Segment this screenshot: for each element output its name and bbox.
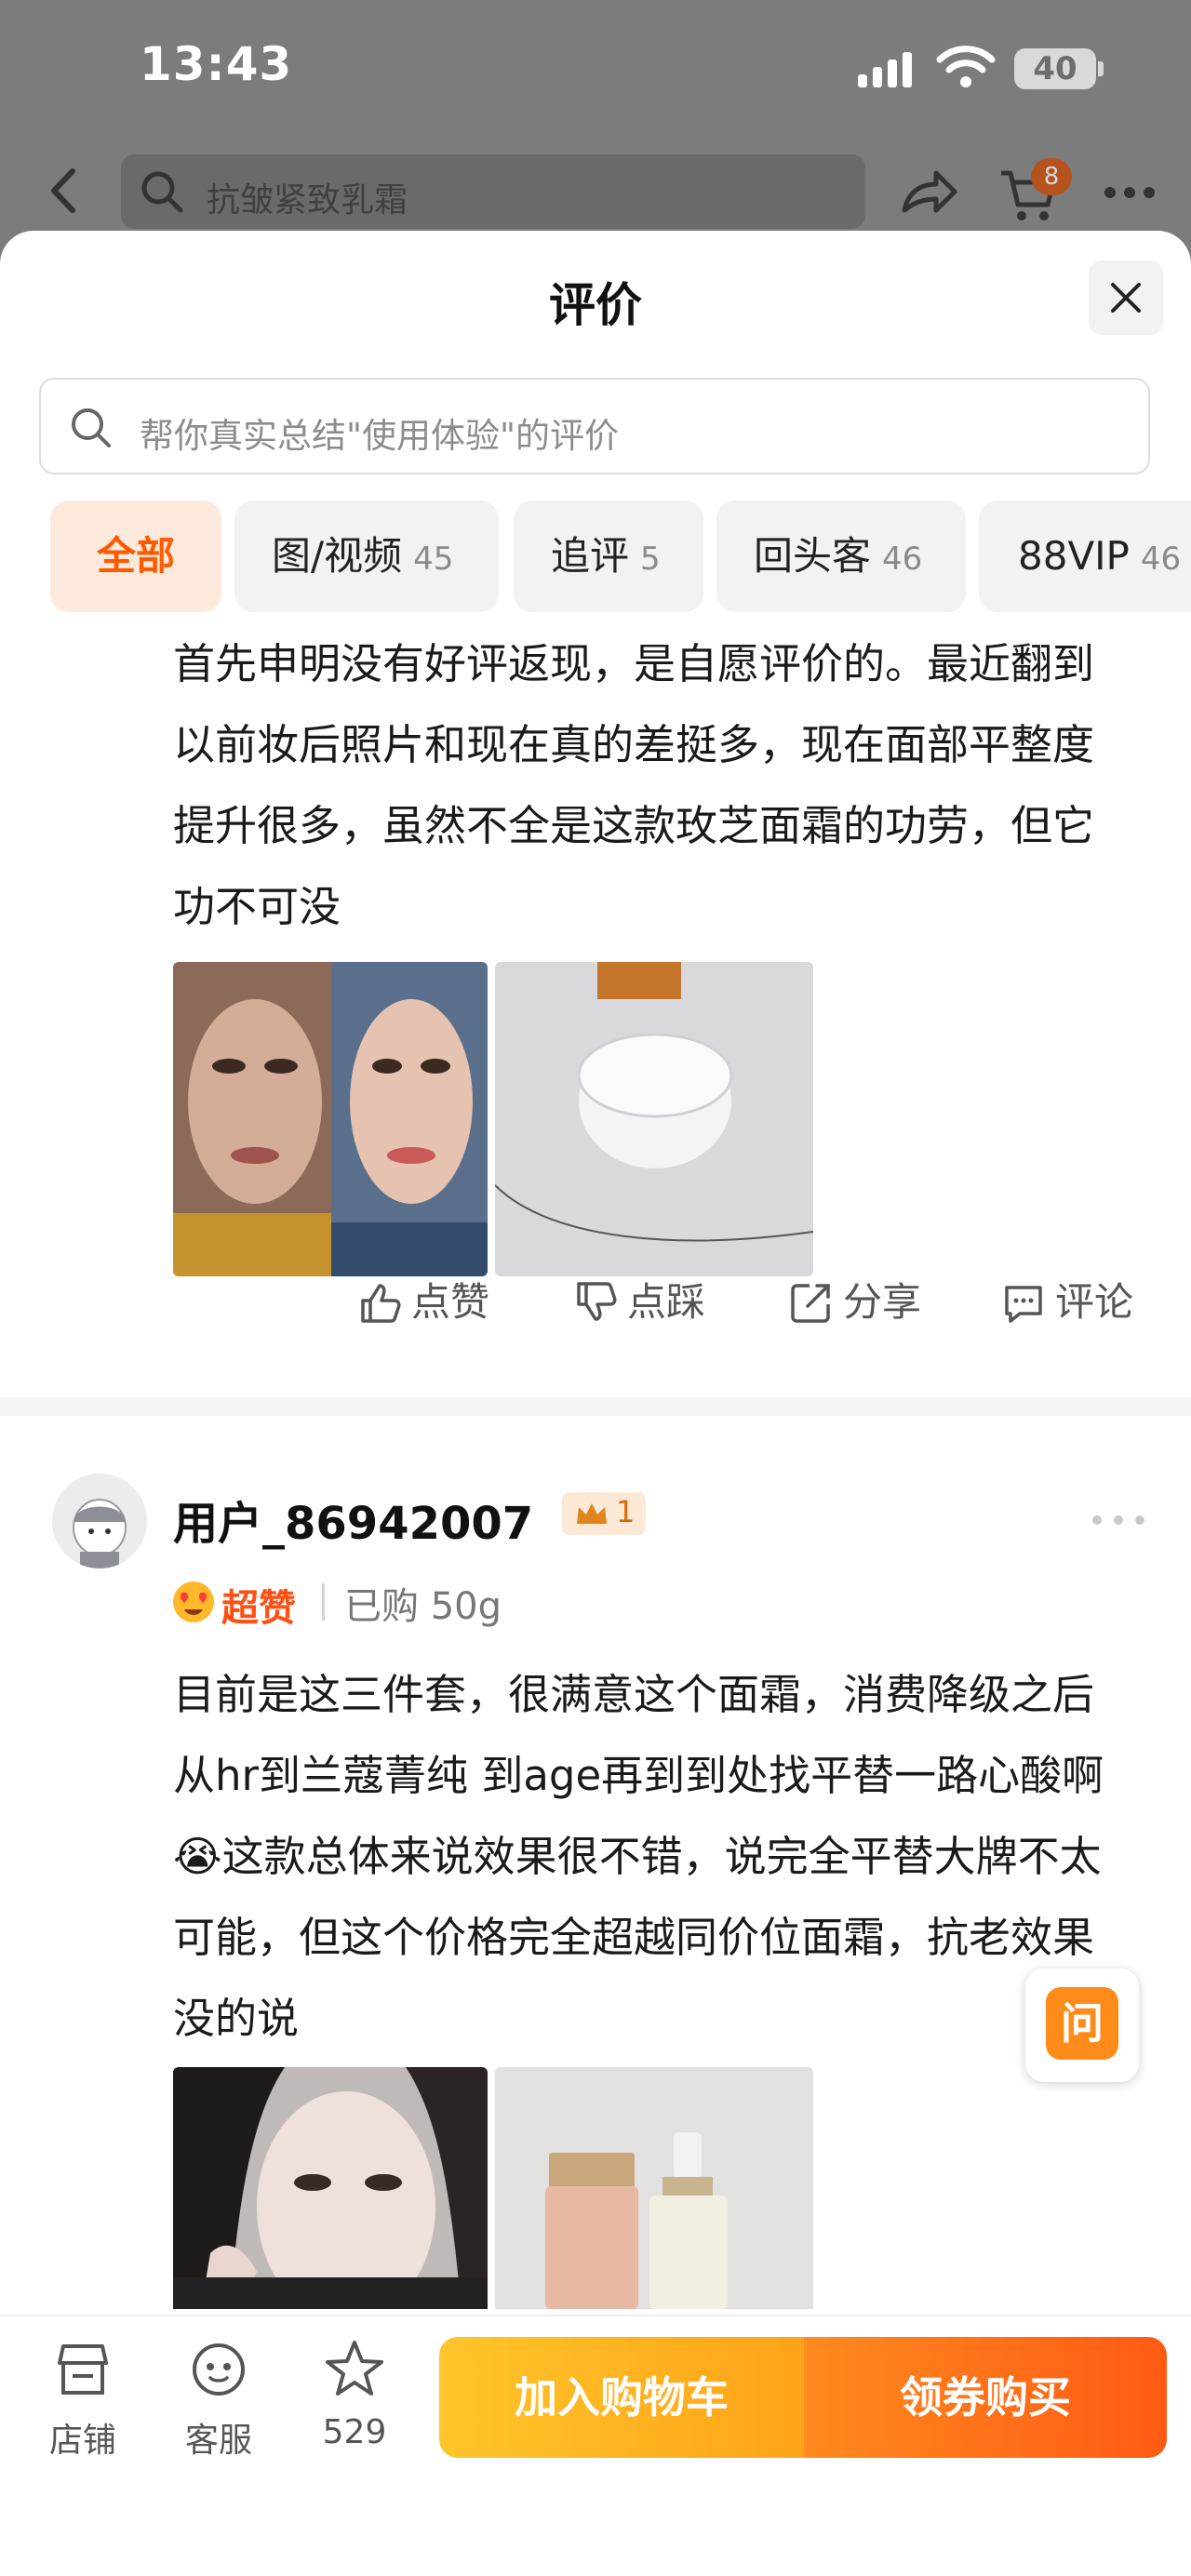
store-button[interactable]: 店铺 — [32, 2339, 134, 2478]
thumbs-up-icon — [361, 1284, 401, 1323]
filter-chip-count: 46 — [882, 541, 923, 578]
review-divider — [0, 1397, 1191, 1416]
wifi-icon — [936, 46, 996, 87]
review-photo[interactable] — [495, 962, 813, 1276]
status-time: 13:43 — [140, 37, 293, 91]
customer-service-icon — [193, 2343, 245, 2396]
selfie-photo — [173, 2067, 488, 2309]
store-label: 店铺 — [48, 2422, 116, 2460]
cart-count-badge: 8 — [1031, 158, 1072, 195]
filter-chip-count: 46 — [1140, 541, 1182, 578]
review-search-placeholder: 帮你真实总结"使用体验"的评价 — [140, 416, 620, 456]
close-icon — [1111, 283, 1141, 313]
ask-question-button[interactable]: 问 — [1025, 1969, 1139, 2082]
dislike-label: 点踩 — [627, 1279, 706, 1325]
share-label: 分享 — [843, 1279, 922, 1325]
review-photo[interactable] — [173, 2067, 488, 2309]
filter-chip-label: 全部 — [96, 533, 175, 579]
favorite-button[interactable]: 529 — [303, 2339, 406, 2478]
filter-chip-label: 回头客 — [754, 533, 872, 579]
product-search-placeholder: 抗皱紧致乳霜 — [207, 181, 408, 220]
store-icon — [58, 2344, 108, 2395]
reviewer-username[interactable]: 用户_86942007 — [173, 1487, 533, 1552]
search-icon — [141, 171, 183, 213]
status-bar: 13:43 40 — [0, 0, 1191, 140]
filter-chip-media[interactable]: 图/视频 45 — [234, 501, 499, 612]
review-text: 目前是这三件套，很满意这个面霜，消费降级之后从hr到兰蔻菁纯 到age再到到处找… — [173, 1670, 1104, 2043]
close-button[interactable] — [1089, 260, 1163, 335]
member-level: 1 — [616, 1494, 636, 1529]
add-to-cart-button[interactable]: 加入购物车 — [439, 2337, 804, 2458]
back-arrow-icon[interactable] — [45, 166, 82, 216]
avatar[interactable] — [52, 1474, 147, 1568]
battery-level: 40 — [1014, 48, 1096, 89]
customer-service-button[interactable]: 客服 — [167, 2339, 270, 2478]
coupon-buy-button[interactable]: 领券购买 — [804, 2337, 1167, 2458]
review-text: 首先申明没有好评返现，是自愿评价的。最近翻到以前妆后照片和现在真的差挺多，现在面… — [173, 639, 1095, 931]
sheet-title: 评价 — [549, 278, 642, 332]
more-options-icon[interactable] — [1091, 1513, 1146, 1528]
star-icon — [326, 2341, 383, 2396]
favorite-count: 529 — [322, 2413, 387, 2451]
separator — [322, 1583, 325, 1621]
filter-chip-label: 图/视频 — [272, 533, 403, 579]
like-label: 点赞 — [411, 1279, 490, 1325]
filter-chip-88vip[interactable]: 88VIP 46 — [979, 501, 1191, 612]
share-arrow-icon[interactable] — [899, 164, 960, 220]
crown-icon — [577, 1503, 607, 1524]
filter-chip-count: 45 — [413, 541, 454, 578]
filter-chip-count: 5 — [640, 541, 661, 578]
cream-jar-photo — [495, 962, 813, 1276]
review-photo[interactable] — [495, 2067, 813, 2309]
filter-chip-follow-up[interactable]: 追评 5 — [514, 501, 703, 612]
customer-service-label: 客服 — [184, 2422, 252, 2460]
more-options-icon[interactable] — [1104, 186, 1156, 199]
rating-label: 超赞 — [221, 1587, 296, 1630]
search-icon — [72, 408, 111, 447]
heart-eyes-emoji-icon — [173, 1582, 214, 1622]
purchase-spec: 已购 50g — [344, 1585, 502, 1628]
cellular-signal-icon — [858, 52, 912, 87]
filter-chip-label: 追评 — [551, 533, 630, 579]
comment-icon — [1005, 1286, 1042, 1323]
filter-chip-repeat-buyer[interactable]: 回头客 46 — [716, 501, 966, 612]
filter-chip-label: 88VIP — [1018, 533, 1130, 579]
review-sheet: 评价 帮你真实总结"使用体验"的评价 全部 图/视频 45 追评 5 回头客 46 8… — [0, 231, 1191, 2576]
battery-tip — [1098, 61, 1104, 76]
skincare-bottles-photo — [495, 2067, 813, 2309]
ask-icon: 问 — [1046, 1987, 1118, 2060]
review-photo[interactable] — [173, 962, 488, 1276]
thumbs-down-icon — [577, 1282, 617, 1321]
share-icon — [791, 1284, 830, 1323]
comment-label: 评论 — [1055, 1279, 1134, 1325]
filter-chip-all[interactable]: 全部 — [50, 501, 221, 612]
member-level-badge: 1 — [562, 1492, 646, 1535]
before-after-face-photo — [173, 962, 488, 1276]
bottom-action-bar: 店铺 客服 529 加入购物车 领券购买 — [0, 2315, 1191, 2576]
default-avatar-icon — [52, 1474, 147, 1568]
review-search-input[interactable]: 帮你真实总结"使用体验"的评价 — [39, 378, 1150, 474]
